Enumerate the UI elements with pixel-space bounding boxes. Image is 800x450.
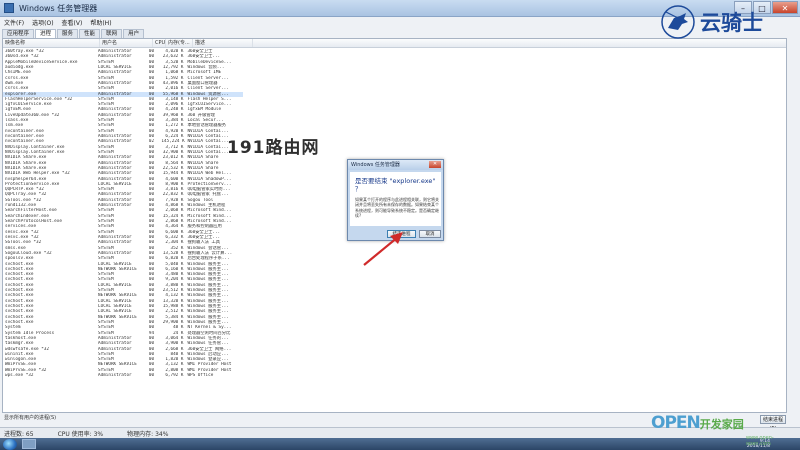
status-cpu-usage: CPU 使用率: 3% — [57, 430, 104, 438]
col-description[interactable]: 描述 — [193, 39, 253, 47]
menu-view[interactable]: 查看(V) — [62, 18, 83, 27]
end-process-button[interactable]: 结束进程(E) — [760, 415, 786, 432]
dialog-end-process-button[interactable]: 结束进程 — [387, 230, 416, 238]
show-all-users-button[interactable]: 显示所有用户的进程(S) — [4, 414, 56, 421]
tab-performance[interactable]: 性能 — [79, 29, 101, 38]
horse-rider-icon — [661, 5, 695, 39]
row-image-name: wps.exe *32 — [5, 373, 34, 379]
row-cpu: 00 — [148, 373, 155, 379]
tab-processes[interactable]: 进程 — [35, 29, 57, 38]
dialog-message: 如果某个打开的程序与此进程相关联，则它将关闭并且将丢失所有未保存的数据。如果结束… — [355, 197, 439, 218]
tab-strip: 应用程序 进程 服务 性能 联网 用户 — [2, 29, 145, 38]
process-rows: 360tray.exe *32 Administrator 00 4,020 K 360… — [3, 49, 243, 378]
taskbar: 9:14 2018/11/8 — [0, 438, 800, 450]
menu-help[interactable]: 帮助(H) — [90, 18, 111, 27]
tab-services[interactable]: 服务 — [57, 29, 79, 38]
tab-networking[interactable]: 联网 — [101, 29, 123, 38]
dialog-cancel-button[interactable]: 取消 — [419, 230, 441, 238]
tab-applications[interactable]: 应用程序 — [2, 29, 35, 38]
menu-options[interactable]: 选项(O) — [32, 18, 53, 27]
yunqishi-logo: 云骑士 — [660, 2, 763, 42]
tab-users[interactable]: 用户 — [123, 29, 145, 38]
dialog-close-button[interactable]: ✕ — [429, 161, 441, 168]
start-orb-icon[interactable] — [3, 438, 17, 450]
end-process-dialog: Windows 任务管理器 ✕ 是否要结束 "explorer.exe" ？ 如… — [347, 159, 444, 241]
logo-open-text: OPEN — [651, 413, 701, 433]
status-process-count: 进程数: 65 — [4, 430, 34, 438]
watermark-text: 191路由网 — [227, 138, 320, 158]
logo-url-text: www.open-open.com — [746, 435, 774, 447]
col-memory[interactable]: 内存(专... — [166, 39, 193, 47]
menu-file[interactable]: 文件(F) — [4, 18, 24, 27]
task-manager-icon — [4, 3, 14, 13]
close-button[interactable]: ✕ — [772, 1, 798, 14]
dialog-body: 是否要结束 "explorer.exe" ？ 如果某个打开的程序与此进程相关联，… — [350, 172, 441, 226]
open-kaifajiayuan-logo: OPEN开发家园 www.open-open.com — [651, 413, 774, 447]
row-description: WPS Office — [187, 373, 214, 379]
table-row[interactable]: wps.exe *32 Administrator 00 6,792 K WPS Off… — [3, 373, 243, 378]
row-user-name: Administrator — [98, 373, 132, 379]
taskbar-app-icon[interactable] — [22, 439, 36, 449]
row-memory: 6,792 K — [165, 373, 184, 379]
logo-cn-text: 开发家园 — [699, 418, 744, 431]
status-memory-usage: 物理内存: 34% — [127, 430, 169, 438]
logo-brand-text: 云骑士 — [700, 11, 763, 35]
dialog-question: 是否要结束 "explorer.exe" ？ — [355, 177, 436, 193]
col-user-name[interactable]: 用户名 — [100, 39, 153, 47]
col-cpu[interactable]: CPU — [153, 39, 166, 47]
window-title: Windows 任务管理器 — [19, 3, 98, 13]
col-image-name[interactable]: 映像名称 — [3, 39, 100, 47]
